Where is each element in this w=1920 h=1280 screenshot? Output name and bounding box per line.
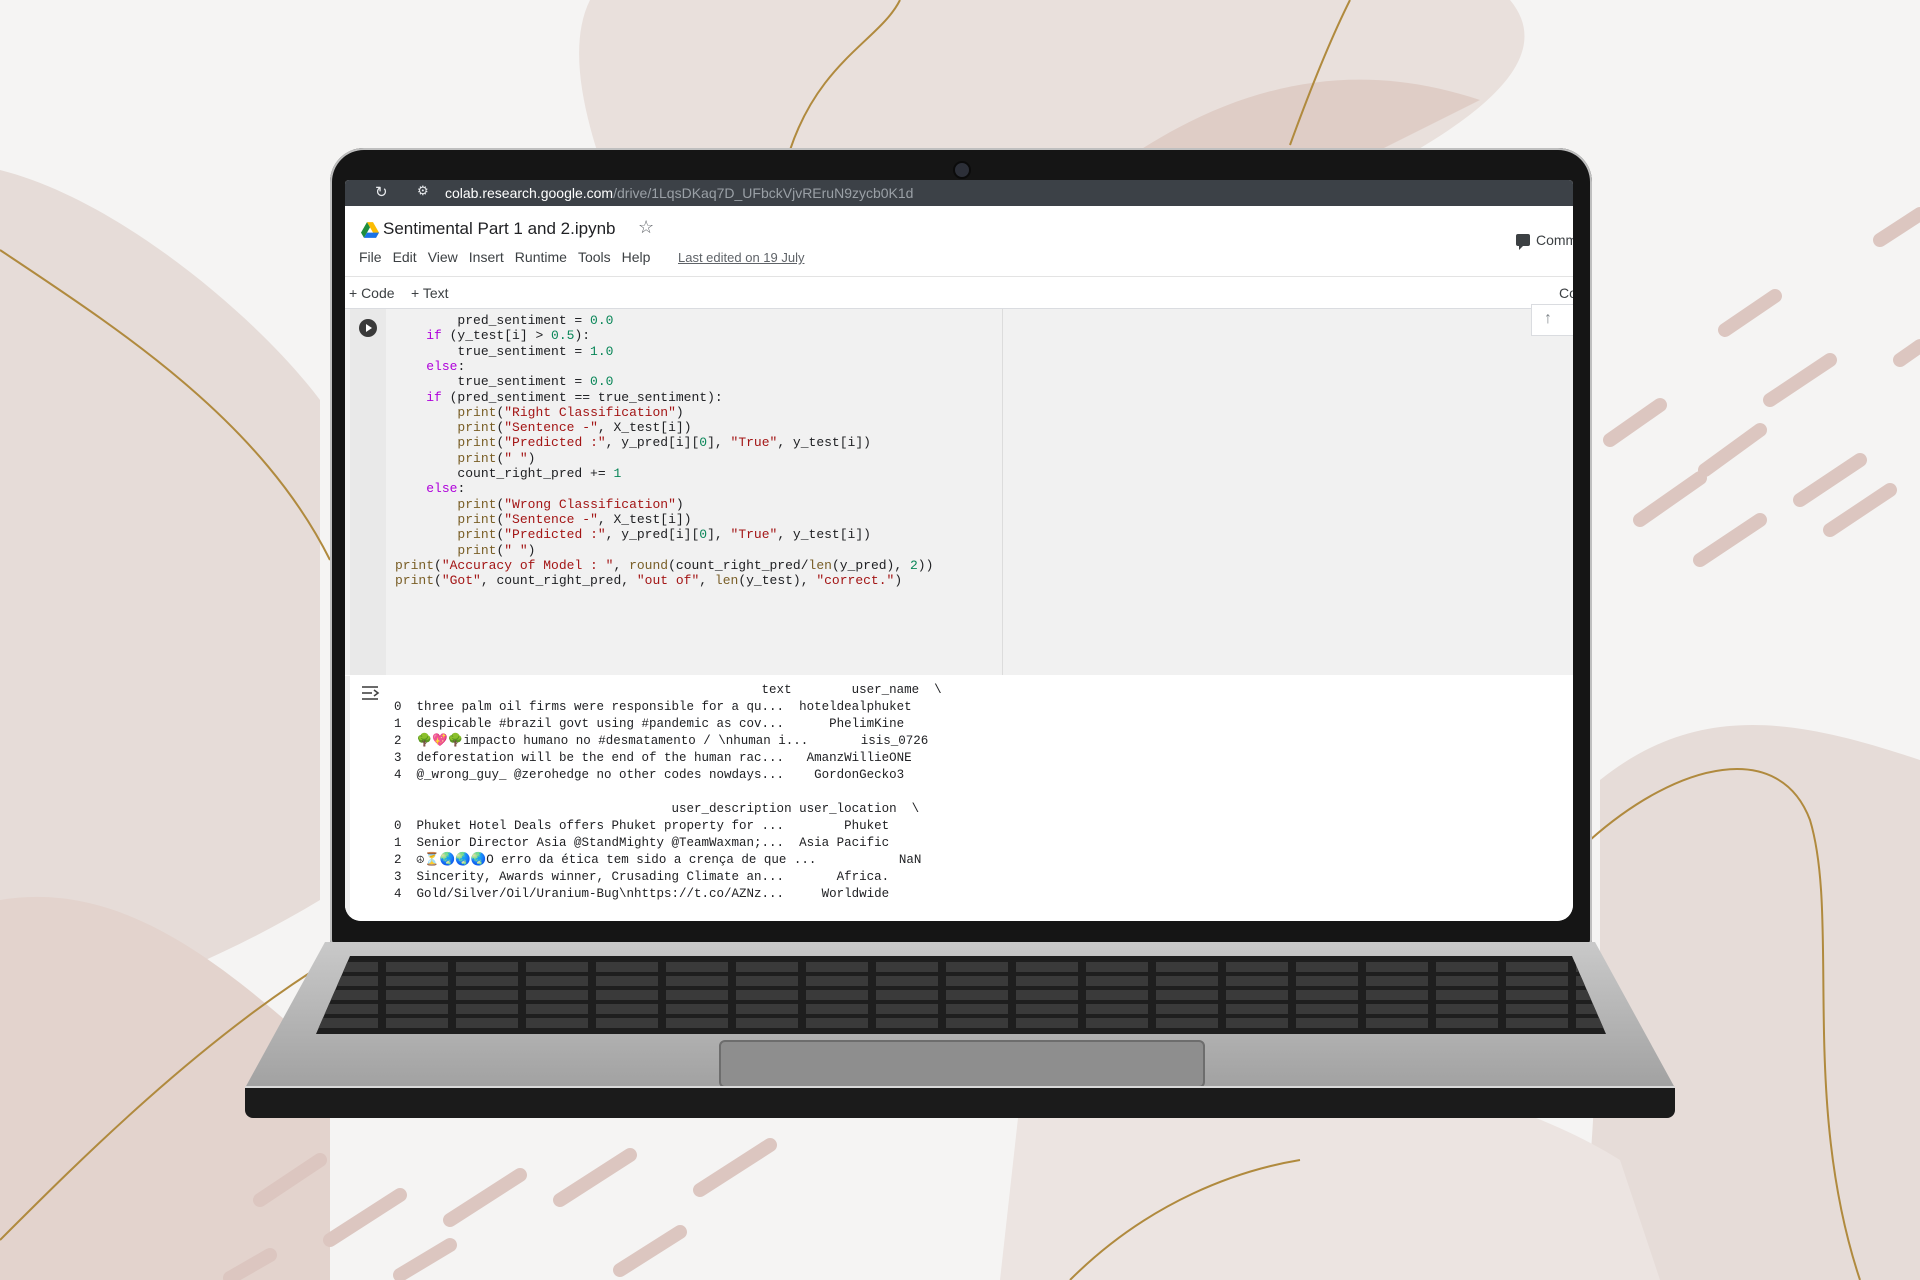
notebook-title[interactable]: Sentimental Part 1 and 2.ipynb bbox=[383, 219, 615, 239]
menu-view[interactable]: View bbox=[428, 249, 458, 265]
output-line: 4 Gold/Silver/Oil/Uranium-Bug\nhttps://t… bbox=[394, 887, 890, 901]
touchpad bbox=[719, 1040, 1205, 1088]
menu-insert[interactable]: Insert bbox=[469, 249, 504, 265]
cell-divider bbox=[1002, 309, 1003, 675]
google-drive-icon bbox=[361, 222, 379, 238]
run-cell-button[interactable] bbox=[359, 319, 377, 337]
cell-gutter bbox=[350, 309, 386, 675]
menu-tools[interactable]: Tools bbox=[578, 249, 611, 265]
output-line: 0 Phuket Hotel Deals offers Phuket prope… bbox=[394, 819, 890, 833]
code-cell[interactable]: pred_sentiment = 0.0 if (y_test[i] > 0.5… bbox=[345, 309, 1573, 675]
address-bar[interactable]: ↻ ⚙ colab.research.google.com/drive/1Lqs… bbox=[345, 180, 1573, 206]
comment-label: Comm bbox=[1536, 232, 1573, 248]
output-actions-icon[interactable] bbox=[360, 684, 380, 702]
output-line: text user_name \ bbox=[394, 683, 942, 697]
cell-toolbar: + Code + Text Co bbox=[345, 277, 1573, 309]
output-line: 4 @_wrong_guy_ @zerohedge no other codes… bbox=[394, 768, 905, 782]
menu-edit[interactable]: Edit bbox=[393, 249, 417, 265]
output-line: 1 despicable #brazil govt using #pandemi… bbox=[394, 717, 905, 731]
url-path: /drive/1LqsDKaq7D_UFbckVjvREruN9zycb0K1d bbox=[613, 185, 914, 201]
code-line: print(" ") bbox=[457, 450, 536, 466]
laptop-base-front bbox=[245, 1088, 1675, 1118]
star-icon[interactable]: ☆ bbox=[638, 217, 654, 238]
code-line: pred_sentiment = 0.0 bbox=[395, 313, 614, 328]
output-line: 3 deforestation will be the end of the h… bbox=[394, 751, 912, 765]
colab-header: Sentimental Part 1 and 2.ipynb ☆ File Ed… bbox=[345, 206, 1573, 277]
keyboard bbox=[316, 956, 1606, 1034]
output-line: 1 Senior Director Asia @StandMighty @Tea… bbox=[394, 836, 890, 850]
code-line: print("Right Classification") bbox=[457, 404, 684, 420]
add-text-button[interactable]: + Text bbox=[411, 285, 449, 301]
code-line: else: bbox=[426, 358, 466, 374]
code-line: print(" ") bbox=[457, 542, 536, 558]
output-line: 0 three palm oil firms were responsible … bbox=[394, 700, 912, 714]
output-line: 3 Sincerity, Awards winner, Crusading Cl… bbox=[394, 870, 890, 884]
arrow-up-icon: ↑ bbox=[1544, 310, 1552, 327]
menu-file[interactable]: File bbox=[359, 249, 382, 265]
output-line: user_description user_location \ bbox=[394, 802, 920, 816]
code-line: true_sentiment = 0.0 bbox=[395, 374, 614, 390]
screen: ↻ ⚙ colab.research.google.com/drive/1Lqs… bbox=[345, 180, 1573, 921]
code-line: print("Accuracy of Model : ", round(coun… bbox=[395, 557, 934, 573]
last-edited-link[interactable]: Last edited on 19 July bbox=[678, 250, 804, 265]
code-line: print("Sentence -", X_test[i]) bbox=[457, 420, 692, 436]
code-line: if (pred_sentiment == true_sentiment): bbox=[426, 389, 723, 405]
url-text[interactable]: colab.research.google.com/drive/1LqsDKaq… bbox=[445, 185, 913, 201]
output-line: 2 ☮⏳🌏🌏🌏O erro da ética tem sido a crença… bbox=[394, 853, 922, 867]
comment-icon bbox=[1516, 234, 1530, 250]
code-line: count_right_pred += 1 bbox=[395, 466, 622, 481]
code-line: print("Wrong Classification") bbox=[457, 496, 684, 512]
code-line: print("Got", count_right_pred, "out of",… bbox=[395, 573, 903, 589]
code-line: if (y_test[i] > 0.5): bbox=[426, 328, 591, 344]
code-line: print("Sentence -", X_test[i]) bbox=[457, 511, 692, 527]
site-settings-icon[interactable]: ⚙ bbox=[417, 183, 429, 199]
code-line: else: bbox=[426, 481, 466, 497]
camera-icon bbox=[953, 161, 971, 179]
code-line: true_sentiment = 1.0 bbox=[395, 343, 614, 359]
code-line: print("Predicted :", y_pred[i][0], "True… bbox=[457, 435, 871, 451]
cell-output: text user_name \ 0 three palm oil firms w… bbox=[345, 676, 1573, 921]
comment-button[interactable]: Comm bbox=[1516, 232, 1573, 250]
output-line: 2 🌳💖🌳impacto humano no #desmatamento / \… bbox=[394, 734, 929, 748]
menu-bar: File Edit View Insert Runtime Tools Help bbox=[359, 249, 661, 265]
move-cell-up-button[interactable]: ↑ bbox=[1531, 304, 1573, 336]
menu-help[interactable]: Help bbox=[622, 249, 651, 265]
code-line: print("Predicted :", y_pred[i][0], "True… bbox=[457, 527, 871, 543]
menu-runtime[interactable]: Runtime bbox=[515, 249, 567, 265]
url-host: colab.research.google.com bbox=[445, 185, 614, 201]
toolbar-right-truncated[interactable]: Co bbox=[1559, 285, 1573, 301]
reload-icon[interactable]: ↻ bbox=[375, 183, 388, 201]
code-editor[interactable]: pred_sentiment = 0.0 if (y_test[i] > 0.5… bbox=[395, 309, 1345, 675]
add-code-button[interactable]: + Code bbox=[349, 285, 395, 301]
